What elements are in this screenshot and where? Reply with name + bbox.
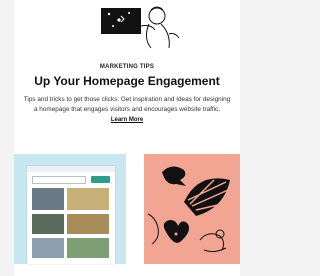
mockup-photo <box>32 214 64 234</box>
learn-more-link[interactable]: Learn More <box>14 117 240 123</box>
article-title: Up Your Homepage Engagement <box>34 74 220 88</box>
mockup-search-input <box>32 176 86 184</box>
mockup-search-button <box>91 176 110 183</box>
mockup-toolbar <box>27 166 115 172</box>
mockup-photo <box>67 238 109 258</box>
article-body: Tips and tricks to get those clicks. Get… <box>14 95 240 115</box>
abstract-illustration-thumbnail[interactable] <box>144 154 240 264</box>
mockup-photo <box>32 188 64 210</box>
homepage-mockup-thumbnail[interactable] <box>14 154 126 264</box>
article-card: MARKETING TIPS Up Your Homepage Engageme… <box>14 0 240 276</box>
article-body-line: Tips and tricks to get those clicks. Get… <box>23 96 231 103</box>
hero-illustration <box>99 4 185 50</box>
mockup-photo <box>67 214 109 234</box>
mockup-photo <box>67 188 109 210</box>
mockup-window <box>27 166 115 264</box>
article-eyebrow: MARKETING TIPS <box>99 64 155 70</box>
article-body-line: a homepage that engages visitors and enc… <box>33 106 221 113</box>
mockup-photo <box>32 238 64 258</box>
